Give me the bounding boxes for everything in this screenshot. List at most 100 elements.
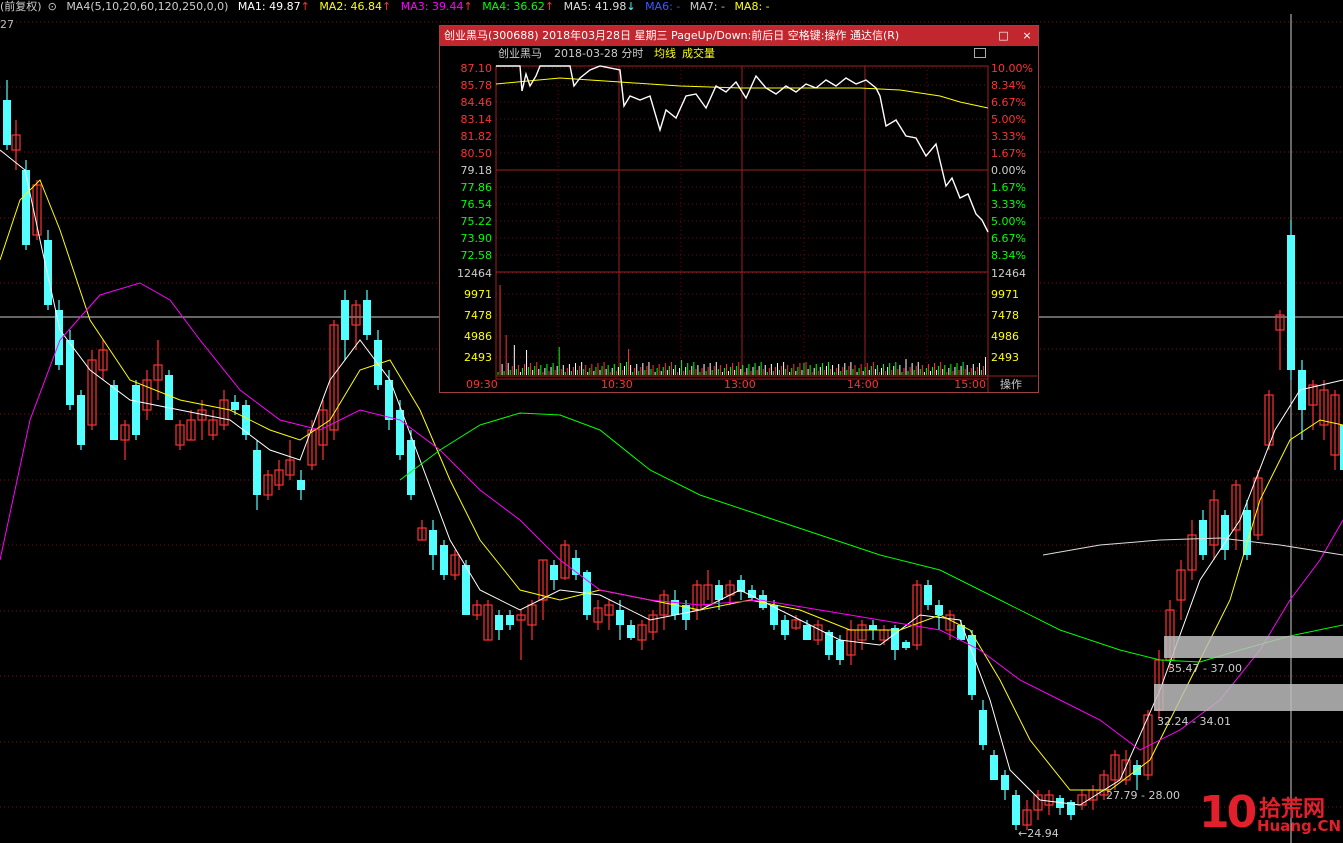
vol-label: 7478 — [991, 309, 1019, 322]
up-arrow-icon: ↑ — [300, 0, 310, 13]
up-arrow-icon: ↑ — [463, 0, 473, 13]
vol-label: 4986 — [991, 330, 1019, 343]
ma3-value: MA3: 39.44↑ — [400, 0, 473, 13]
pct-label: 1.67% — [991, 181, 1026, 194]
candle-body — [165, 375, 173, 420]
candle-body — [429, 530, 437, 555]
candle-body — [550, 565, 558, 580]
candle-body — [44, 240, 52, 305]
candle-body — [990, 755, 998, 780]
candle-body — [748, 590, 756, 598]
ma6-value: MA6: - — [645, 0, 681, 13]
up-arrow-icon: ↑ — [382, 0, 392, 13]
vol-label: 9971 — [464, 288, 492, 301]
candle-body — [1199, 520, 1207, 555]
low-price-label: ←24.94 — [1018, 827, 1059, 840]
ma4-value: MA4: 36.62↑ — [482, 0, 555, 13]
candle-body — [836, 640, 844, 660]
candle-body — [22, 170, 30, 245]
price-label: 85.78 — [461, 79, 493, 92]
candle-body — [869, 625, 877, 630]
candle-body — [396, 410, 404, 455]
candle-body — [3, 100, 11, 145]
candle-body — [924, 585, 932, 605]
logo-number: 10 — [1199, 787, 1257, 838]
candle-body — [297, 480, 305, 490]
ma-indicator-bar: (前复权) ⊙ MA4(5,10,20,60,120,250,0,0) MA1: … — [0, 0, 776, 14]
price-axis-label: 27 — [0, 18, 14, 31]
candle-body — [77, 395, 85, 445]
candle-body — [1012, 795, 1020, 825]
ma8-value: MA8: - — [734, 0, 770, 13]
zone-low-label: 32.24 - 34.01 — [1157, 715, 1231, 728]
candle-body — [66, 340, 74, 405]
pct-label: 10.00% — [991, 62, 1033, 75]
price-label: 80.50 — [461, 147, 493, 160]
price-label: 72.58 — [461, 249, 493, 262]
candle-body — [506, 615, 514, 625]
price-label: 73.90 — [461, 232, 493, 245]
pct-label: 0.00% — [991, 164, 1026, 177]
candle-body — [440, 545, 448, 575]
pct-label: 8.34% — [991, 79, 1026, 92]
ma2-value: MA2: 46.84↑ — [319, 0, 392, 13]
vol-label: 2493 — [464, 351, 492, 364]
candle-body — [1287, 235, 1295, 370]
time-label: 15:00 — [954, 378, 986, 391]
vol-label: 2493 — [991, 351, 1019, 364]
ma7-value: MA7: - — [689, 0, 725, 13]
resistance-zone-high — [1164, 636, 1343, 658]
candle-body — [935, 605, 943, 615]
candle-body — [715, 585, 723, 600]
site-logo: 10 拾荒网 Huang.CN — [1199, 787, 1341, 838]
candle-body — [902, 642, 910, 648]
price-label: 77.86 — [461, 181, 493, 194]
adjust-label: (前复权) — [0, 0, 42, 13]
price-label: 75.22 — [461, 215, 493, 228]
candle-body — [253, 450, 261, 495]
pct-label: 8.34% — [991, 249, 1026, 262]
candle-body — [110, 385, 118, 440]
time-label: 14:00 — [847, 378, 879, 391]
price-label: 87.10 — [461, 62, 493, 75]
zone-high-label: 35.47 - 37.00 — [1168, 662, 1242, 675]
candle-body — [803, 625, 811, 640]
gap-label: 27.79 - 28.00 — [1106, 789, 1180, 802]
vol-label: 4986 — [464, 330, 492, 343]
up-arrow-icon: ↑ — [544, 0, 555, 13]
price-label: 81.82 — [461, 130, 493, 143]
price-label: 76.54 — [461, 198, 493, 211]
intraday-popup[interactable]: 创业黑马(300688) 2018年03月28日 星期三 PageUp/Down… — [439, 25, 1039, 393]
vol-label: 9971 — [991, 288, 1019, 301]
pct-label: 5.00% — [991, 215, 1026, 228]
candle-body — [374, 340, 382, 385]
candle-body — [781, 620, 789, 635]
candle-body — [979, 710, 987, 745]
vol-label: 12464 — [457, 267, 492, 280]
candle-body — [1221, 515, 1229, 550]
pct-label: 1.67% — [991, 147, 1026, 160]
candle-body — [462, 565, 470, 615]
vol-label: 7478 — [464, 309, 492, 322]
ma-definition: MA4(5,10,20,60,120,250,0,0) — [66, 0, 229, 13]
pct-label: 6.67% — [991, 96, 1026, 109]
time-label: 13:00 — [724, 378, 756, 391]
ma1-value: MA1: 49.87↑ — [237, 0, 310, 13]
resistance-zone-low — [1154, 684, 1343, 711]
ma5-line — [1042, 537, 1343, 556]
vol-label: 12464 — [991, 267, 1026, 280]
candle-body — [616, 610, 624, 625]
price-label: 84.46 — [461, 96, 493, 109]
operate-label: 操作 — [1000, 377, 1022, 391]
pct-label: 3.33% — [991, 198, 1026, 211]
intraday-chart: 87.10 10.00% 85.78 8.34% 84.46 6.67% 83.14 5.00… — [457, 62, 1037, 392]
candle-body — [495, 615, 503, 630]
candle-body — [1001, 775, 1009, 790]
candle-body — [363, 300, 371, 335]
ma5-value: MA5: 41.98↓ — [563, 0, 636, 13]
pct-label: 6.67% — [991, 232, 1026, 245]
price-label: 79.18 — [461, 164, 493, 177]
candle-body — [231, 402, 239, 410]
logo-en: Huang.CN — [1257, 817, 1342, 835]
price-label: 83.14 — [461, 113, 493, 126]
